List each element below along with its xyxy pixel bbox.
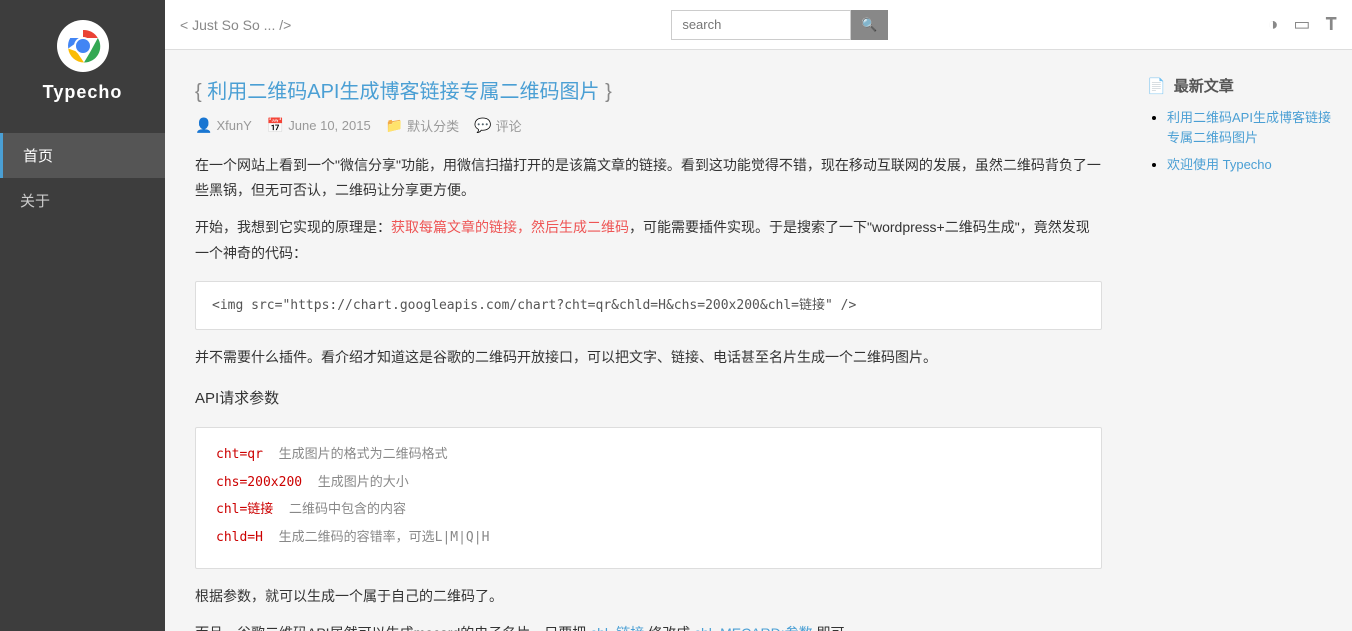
widget-list: 利用二维码API生成博客链接专属二维码图片 欢迎使用 Typecho <box>1147 108 1337 175</box>
logo-area: Typecho <box>43 20 123 103</box>
folder-icon: 📁 <box>386 117 403 134</box>
font-icon[interactable]: 𝐓 <box>1325 14 1337 35</box>
section-title: API请求参数 <box>195 385 1102 412</box>
sidebar: Typecho 首页 关于 <box>0 0 165 631</box>
body-p4: 根据参数，就可以生成一个属于自己的二维码了。 <box>195 584 1102 609</box>
contrast-icon[interactable]: ◑ <box>1268 14 1279 35</box>
article-title-link[interactable]: 利用二维码API生成博客链接专属二维码图片 <box>207 81 599 103</box>
meta-date: 📅 June 10, 2015 <box>267 117 371 134</box>
list-item: 利用二维码API生成博客链接专属二维码图片 <box>1167 108 1337 147</box>
body-p3: 并不需要什么插件。看介绍才知道这是谷歌的二维码开放接口，可以把文字、链接、电话甚… <box>195 345 1102 370</box>
main: < Just So So ... /> 🔍 ◑ ▭ 𝐓 { 利用二维码API生成… <box>165 0 1352 631</box>
widget-title: 📄 最新文章 <box>1147 75 1337 96</box>
right-sidebar: 📄 最新文章 利用二维码API生成博客链接专属二维码图片 欢迎使用 Typech… <box>1132 50 1352 631</box>
code-block-2: cht=qr 生成图片的格式为二维码格式 chs=200x200 生成图片的大小… <box>195 427 1102 569</box>
body-p5: 而且，谷歌二维码API居然可以生成mecard的电子名片，只要把 chl=链接 … <box>195 621 1102 631</box>
content-wrapper: { 利用二维码API生成博客链接专属二维码图片 } 👤 XfunY 📅 June… <box>165 50 1352 631</box>
body-p2: 开始，我想到它实现的原理是：获取每篇文章的链接，然后生成二维码，可能需要插件实现… <box>195 215 1102 265</box>
chrome-icon <box>57 20 109 72</box>
article-area: { 利用二维码API生成博客链接专属二维码图片 } 👤 XfunY 📅 June… <box>165 50 1132 631</box>
comment-icon: 💬 <box>474 117 491 134</box>
sidebar-item-about[interactable]: 关于 <box>0 178 165 223</box>
title-brace-close: } <box>605 81 612 103</box>
code-line-1: cht=qr 生成图片的格式为二维码格式 <box>216 443 1081 466</box>
breadcrumb: < Just So So ... /> <box>180 17 291 33</box>
recent-post-link-1[interactable]: 利用二维码API生成博客链接专属二维码图片 <box>1167 110 1331 145</box>
article-body: 在一个网站上看到一个"微信分享"功能，用微信扫描打开的是该篇文章的链接。看到这功… <box>195 153 1102 631</box>
widget-icon: 📄 <box>1147 77 1166 95</box>
author-icon: 👤 <box>195 117 212 134</box>
search-area: 🔍 <box>671 10 887 40</box>
meta-category: 📁 默认分类 <box>386 116 459 135</box>
recent-post-link-2[interactable]: 欢迎使用 Typecho <box>1167 157 1272 172</box>
topbar: < Just So So ... /> 🔍 ◑ ▭ 𝐓 <box>165 0 1352 50</box>
search-input[interactable] <box>671 10 851 40</box>
code-block-1: <img src="https://chart.googleapis.com/c… <box>195 281 1102 330</box>
calendar-icon: 📅 <box>267 117 284 134</box>
site-title: Typecho <box>43 82 123 103</box>
sidebar-item-home[interactable]: 首页 <box>0 133 165 178</box>
article-title: { 利用二维码API生成博客链接专属二维码图片 } <box>195 75 1102 104</box>
title-brace-open: { <box>195 81 202 103</box>
body-p1: 在一个网站上看到一个"微信分享"功能，用微信扫描打开的是该篇文章的链接。看到这功… <box>195 153 1102 203</box>
search-button[interactable]: 🔍 <box>851 10 887 40</box>
code-line-2: chs=200x200 生成图片的大小 <box>216 471 1081 494</box>
code-line-3: chl=链接 二维码中包含的内容 <box>216 498 1081 521</box>
topbar-icons: ◑ ▭ 𝐓 <box>1268 14 1337 35</box>
meta-author: 👤 XfunY <box>195 117 252 134</box>
code-line-4: chld=H 生成二维码的容错率，可选L|M|Q|H <box>216 526 1081 549</box>
meta-comments: 💬 评论 <box>474 116 521 135</box>
list-item: 欢迎使用 Typecho <box>1167 155 1337 175</box>
layout-icon[interactable]: ▭ <box>1293 14 1310 35</box>
nav-items: 首页 关于 <box>0 133 165 223</box>
article-meta: 👤 XfunY 📅 June 10, 2015 📁 默认分类 💬 评论 <box>195 116 1102 135</box>
